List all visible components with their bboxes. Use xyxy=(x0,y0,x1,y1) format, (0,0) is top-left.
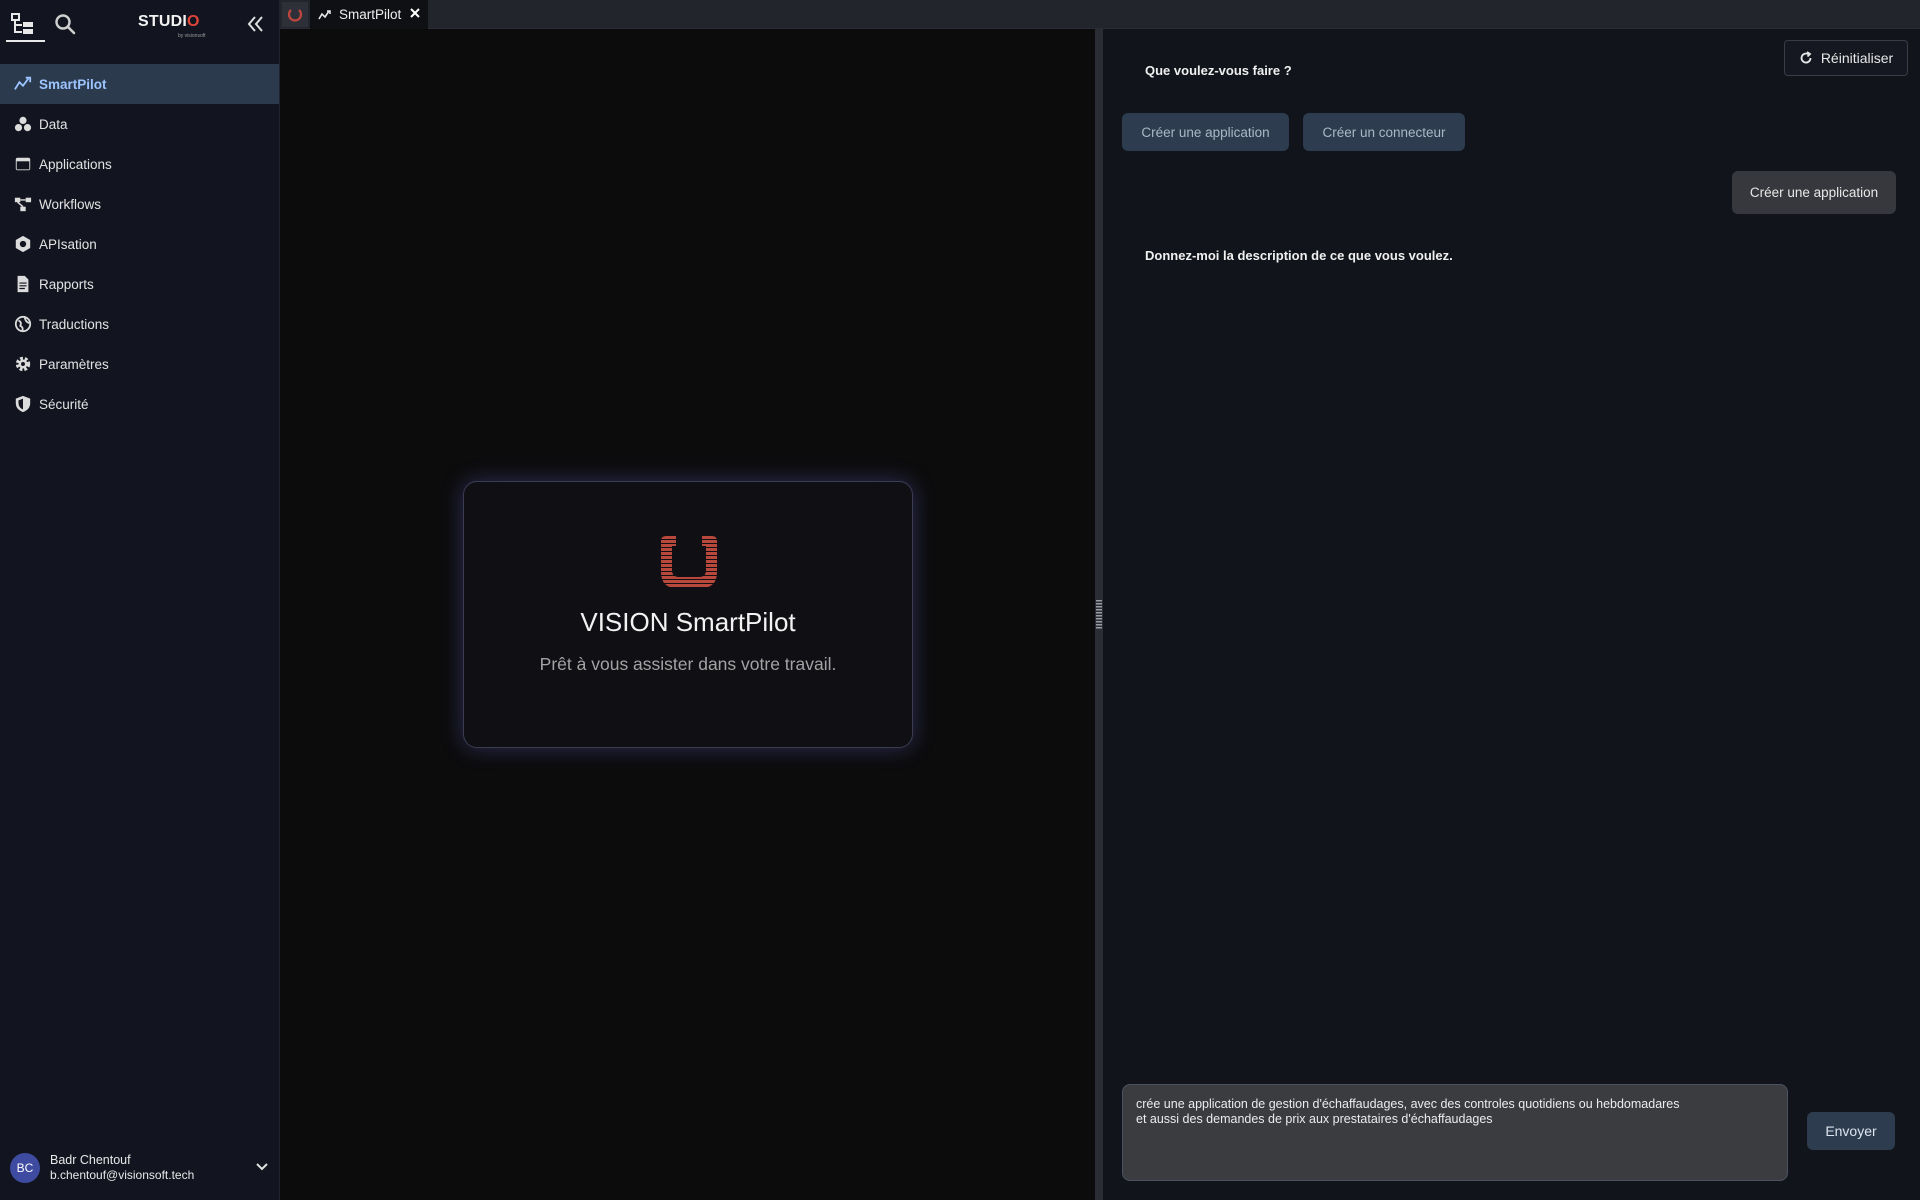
tab-smartpilot[interactable]: SmartPilot xyxy=(310,0,428,29)
sidebar-item-label: Workflows xyxy=(39,196,102,212)
welcome-card: VISION SmartPilot Prêt à vous assister d… xyxy=(463,481,913,748)
tree-view-icon[interactable] xyxy=(10,12,36,36)
message-input[interactable]: crée une application de gestion d'échaff… xyxy=(1122,1084,1788,1181)
avatar: BC xyxy=(10,1153,40,1183)
chat-pane: Réinitialiser Que voulez-vous faire ? Cr… xyxy=(1103,29,1920,1200)
gear-icon xyxy=(15,356,31,372)
sidebar-item-label: APIsation xyxy=(39,236,97,252)
user-name: Badr Chentouf xyxy=(50,1153,131,1167)
sidebar-item-label: Applications xyxy=(39,156,112,172)
close-icon[interactable] xyxy=(408,6,422,20)
send-button[interactable]: Envoyer xyxy=(1807,1112,1895,1150)
vision-logo-icon xyxy=(661,536,717,588)
sidebar-item-securite[interactable]: Sécurité xyxy=(0,384,279,424)
sidebar-nav: SmartPilot Data Applications Workflows A… xyxy=(0,64,279,424)
card-subtitle: Prêt à vous assister dans votre travail. xyxy=(539,654,837,674)
sidebar-item-applications[interactable]: Applications xyxy=(0,144,279,184)
user-message: Créer une application xyxy=(1732,171,1896,214)
search-icon[interactable] xyxy=(54,13,76,35)
create-application-option[interactable]: Créer une application xyxy=(1122,113,1289,151)
card-title: VISION SmartPilot xyxy=(580,607,796,637)
sidebar-item-label: Paramètres xyxy=(39,356,109,372)
user-email: b.chentouf@visionsoft.tech xyxy=(50,1168,195,1182)
data-icon xyxy=(14,116,32,132)
workflows-icon xyxy=(14,197,32,212)
sidebar-item-label: Sécurité xyxy=(39,396,89,412)
logo-subtitle: by visionsoft xyxy=(178,33,206,39)
tab-label: SmartPilot xyxy=(339,7,402,22)
tab-bar: SmartPilot xyxy=(280,0,1920,29)
user-profile[interactable]: BC Badr Chentouf b.chentouf@visionsoft.t… xyxy=(0,1136,279,1200)
sidebar-header: STUDIO by visionsoft xyxy=(0,0,279,56)
sidebar-item-workflows[interactable]: Workflows xyxy=(0,184,279,224)
user-info: Badr Chentouf b.chentouf@visionsoft.tech xyxy=(50,1153,194,1183)
sidebar-item-apisation[interactable]: APIsation xyxy=(0,224,279,264)
assistant-question: Donnez-moi la description de ce que vous… xyxy=(1145,248,1453,263)
sidebar-item-label: Traductions xyxy=(39,316,110,332)
drag-handle-icon[interactable] xyxy=(1096,600,1102,630)
reset-label: Réinitialiser xyxy=(1820,50,1894,66)
refresh-icon xyxy=(1800,51,1812,64)
shield-icon xyxy=(15,395,31,413)
sidebar: STUDIO by visionsoft SmartPilot Data App… xyxy=(0,0,280,1200)
sidebar-item-label: Rapports xyxy=(39,276,94,292)
create-connector-option[interactable]: Créer un connecteur xyxy=(1303,113,1465,151)
sidebar-item-label: SmartPilot xyxy=(39,76,107,92)
report-icon xyxy=(17,275,29,293)
reset-button[interactable]: Réinitialiser xyxy=(1784,40,1908,76)
sidebar-item-traductions[interactable]: Traductions xyxy=(0,304,279,344)
home-tab[interactable] xyxy=(282,2,308,27)
sidebar-item-data[interactable]: Data xyxy=(0,104,279,144)
sidebar-item-smartpilot[interactable]: SmartPilot xyxy=(0,64,279,104)
active-view-indicator xyxy=(6,40,45,42)
applications-icon xyxy=(15,157,31,171)
apisation-icon xyxy=(15,235,31,253)
globe-icon xyxy=(14,315,32,333)
sidebar-item-rapports[interactable]: Rapports xyxy=(0,264,279,304)
preview-pane: VISION SmartPilot Prêt à vous assister d… xyxy=(280,29,1095,1200)
sidebar-item-label: Data xyxy=(39,116,68,132)
chevron-down-icon[interactable] xyxy=(255,1160,269,1174)
smartpilot-icon xyxy=(318,9,331,19)
smartpilot-icon xyxy=(14,76,32,90)
collapse-sidebar-icon[interactable] xyxy=(246,14,266,34)
vision-logo-icon xyxy=(287,8,303,21)
studio-logo: STUDIO xyxy=(138,13,200,30)
sidebar-item-parametres[interactable]: Paramètres xyxy=(0,344,279,384)
assistant-question: Que voulez-vous faire ? xyxy=(1145,63,1292,78)
